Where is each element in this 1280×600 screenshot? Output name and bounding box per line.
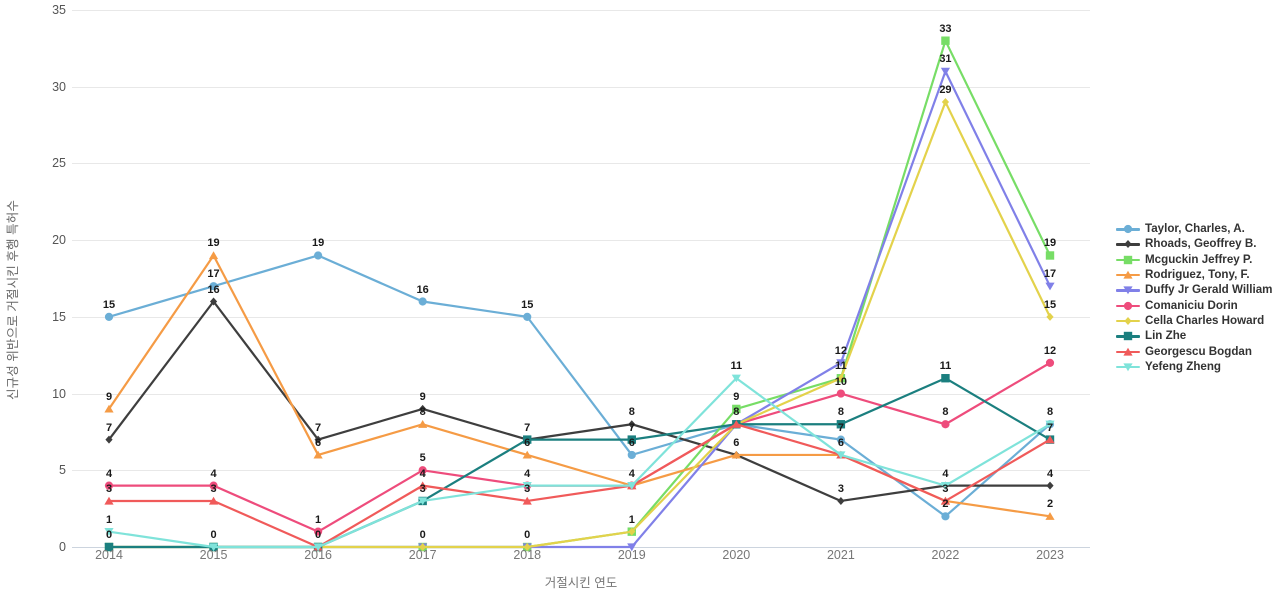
legend-label: Rodriguez, Tony, F. [1145,268,1250,282]
legend-item[interactable]: Taylor, Charles, A. [1116,221,1280,236]
x-tick-label: 2014 [95,548,123,562]
legend-swatch-square-icon [1116,253,1140,266]
y-tick-label: 0 [59,540,66,554]
legend-swatch-triangle-down-icon [1116,360,1140,373]
legend-label: Rhoads, Geoffrey B. [1145,237,1257,251]
y-tick-label: 5 [59,463,66,478]
y-tick-label: 10 [52,386,66,401]
series-mcguckin-jeffrey-p [104,36,1055,552]
x-tick-label: 2020 [722,548,751,562]
y-tick-label: 20 [52,233,66,248]
legend-item[interactable]: Rhoads, Geoffrey B. [1116,236,1280,251]
x-tick-label: 2015 [199,548,228,562]
x-tick-label: 2016 [304,548,333,562]
x-tick-label: 2021 [826,548,855,562]
chart-legend: Taylor, Charles, A. Rhoads, Geoffrey B. Mc… [1116,221,1280,374]
series-lines [104,36,1055,552]
legend-swatch-circle-icon [1116,222,1140,235]
legend-swatch-square-icon [1116,329,1140,342]
y-axis-tick-labels: 0 5 10 15 20 25 30 35 [0,0,66,600]
legend-item[interactable]: Lin Zhe [1116,328,1280,343]
legend-item[interactable]: Duffy Jr Gerald William [1116,282,1280,297]
x-tick-label: 2019 [617,548,646,562]
legend-label: Georgescu Bogdan [1145,344,1252,358]
legend-item[interactable]: Yefeng Zheng [1116,359,1280,374]
chart-root: 신규성 위반으로 거절시킨 후행 특허수 0 5 10 15 20 25 30 35 2014… [0,0,1280,600]
legend-swatch-circle-icon [1116,299,1140,312]
legend-swatch-triangle-up-icon [1116,268,1140,281]
y-tick-label: 15 [52,309,66,324]
legend-item[interactable]: Cella Charles Howard [1116,313,1280,328]
legend-label: Duffy Jr Gerald William [1145,283,1273,297]
legend-swatch-triangle-down-icon [1116,283,1140,296]
series-lin-zhe [104,374,1055,552]
legend-label: Cella Charles Howard [1145,313,1265,327]
x-axis-title: 거절시킨 연도 [544,576,618,590]
x-tick-label: 2023 [1036,548,1064,562]
legend-item[interactable]: Georgescu Bogdan [1116,343,1280,358]
legend-label: Taylor, Charles, A. [1145,222,1245,236]
legend-swatch-diamond-icon [1116,237,1140,250]
series-duffy-jr-gerald-william [104,67,1055,552]
legend-label: Mcguckin Jeffrey P. [1145,252,1253,266]
legend-label: Comaniciu Dorin [1145,298,1238,312]
legend-swatch-triangle-up-icon [1116,345,1140,358]
y-tick-label: 30 [52,79,66,94]
legend-item[interactable]: Rodriguez, Tony, F. [1116,267,1280,282]
y-tick-label: 25 [52,156,66,171]
x-tick-label: 2018 [513,548,542,562]
legend-item[interactable]: Mcguckin Jeffrey P. [1116,252,1280,267]
x-tick-label: 2017 [408,548,437,562]
legend-label: Yefeng Zheng [1145,359,1222,373]
legend-item[interactable]: Comaniciu Dorin [1116,297,1280,312]
y-tick-label: 35 [52,3,66,17]
legend-label: Lin Zhe [1145,329,1187,343]
series-taylor-charles-a [104,251,1055,521]
legend-swatch-diamond-icon [1116,314,1140,327]
plot-area [72,10,1090,552]
series-yefeng-zheng [104,374,1055,552]
series-rhoads-geoffrey-b [105,297,1054,505]
x-tick-label: 2022 [931,548,960,562]
